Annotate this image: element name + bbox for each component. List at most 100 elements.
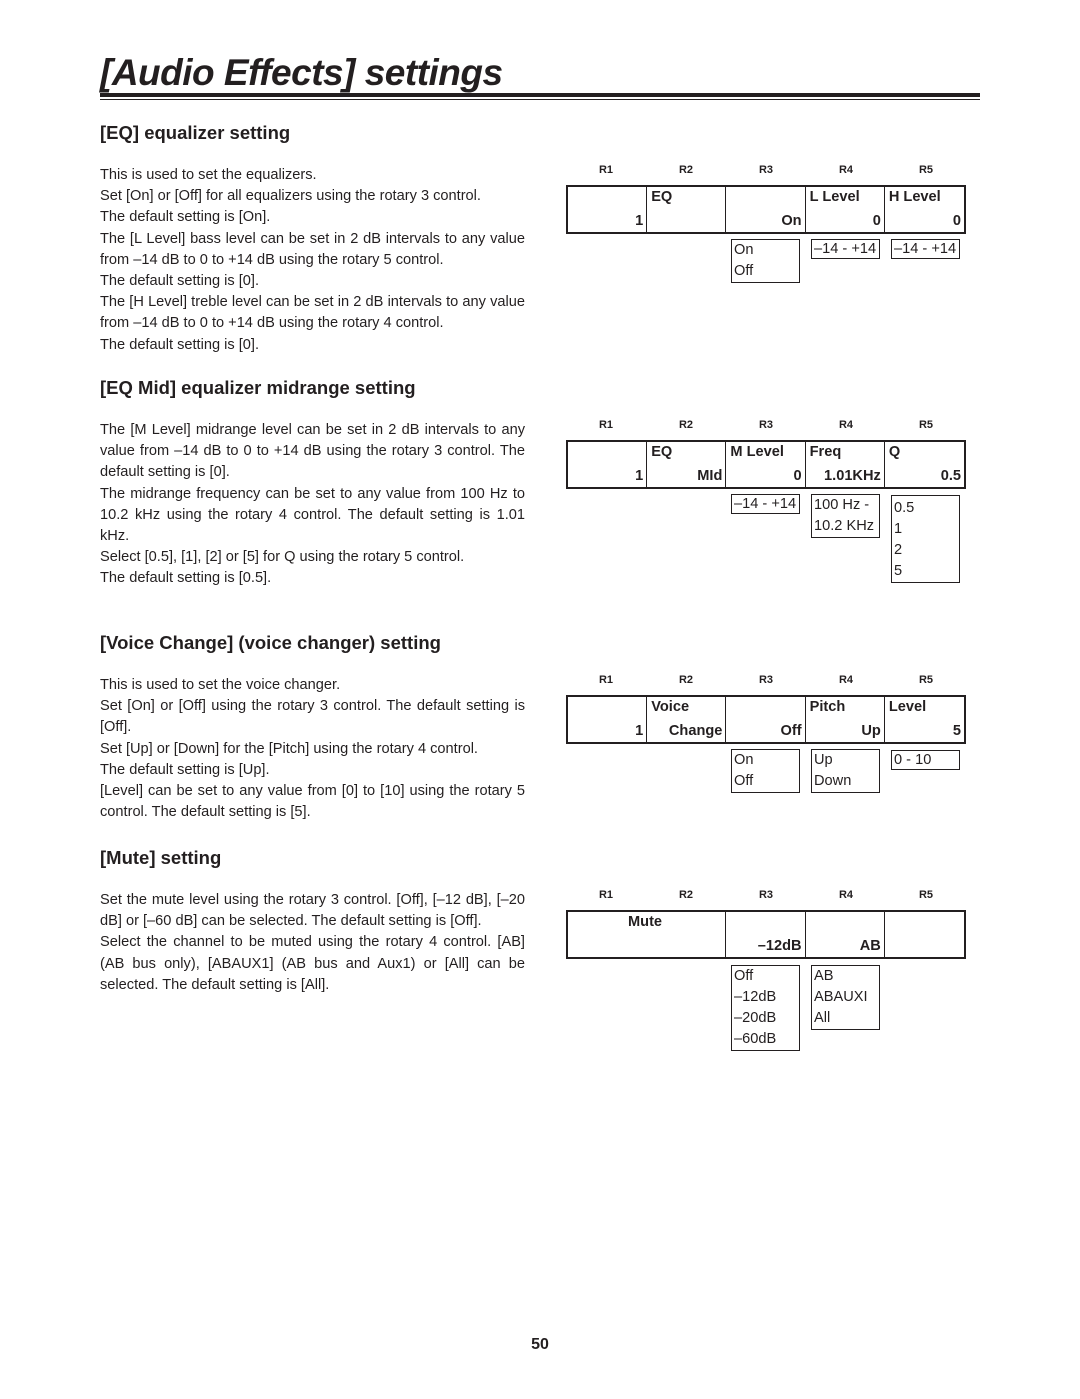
section-body-eq-mid: The [M Level] midrange level can be set … — [100, 420, 525, 590]
paragraph: Select the channel to be muted using the… — [100, 934, 525, 993]
voice-change-display-panel: 1 Voice Change Off Pitch Up Level 5 — [566, 695, 966, 744]
paragraph: Select [0.5], [1], [2] or [5] for Q usin… — [100, 549, 465, 566]
cell-value: MId — [697, 468, 723, 484]
rotary-label: R4 — [838, 674, 854, 686]
cell-value: –12dB — [757, 938, 802, 954]
cell-label: EQ — [651, 444, 673, 460]
paragraph: The default setting is [On]. — [100, 209, 271, 226]
paragraph: The default setting is [0.5]. — [100, 570, 272, 587]
cell-label: Level — [888, 699, 927, 715]
rotary-label: R3 — [758, 674, 774, 686]
page-number: 50 — [531, 1336, 549, 1353]
panel-cell-r3: On — [726, 187, 806, 232]
panel-cell-r4: L Level 0 — [806, 187, 885, 232]
cell-label: L Level — [809, 189, 860, 205]
cell-value: 1 — [635, 468, 644, 484]
options-box-r3: On Off — [731, 239, 800, 283]
cell-label: EQ — [651, 189, 673, 205]
panel-cell-r2: EQ — [647, 187, 727, 232]
option-item: Up — [814, 752, 833, 768]
panel-cell-r3: M Level 0 — [726, 442, 806, 487]
panel-cell-r3: Off — [726, 697, 806, 742]
rotary-label: R2 — [678, 674, 694, 686]
section-heading-eq-mid: [EQ Mid] equalizer midrange setting — [100, 377, 416, 398]
panel-cell-r2: EQ MId — [647, 442, 727, 487]
paragraph: This is used to set the equalizers. — [100, 167, 317, 183]
panel-cell-r5: H Level 0 — [885, 187, 964, 232]
rotary-label: R5 — [918, 674, 934, 686]
option-item: Off — [734, 263, 754, 279]
options-box-r4: AB ABAUXI All — [811, 965, 880, 1030]
panel-cell-r1: 1 — [568, 697, 648, 742]
options-box-r3: Off –12dB –20dB –60dB — [731, 965, 800, 1051]
panel-cell-r5: Level 5 — [885, 697, 964, 742]
paragraph: Set [Up] or [Down] for the [Pitch] using… — [100, 740, 478, 757]
rotary-label: R1 — [598, 164, 614, 176]
rotary-label: R1 — [598, 419, 614, 431]
option-item: 10.2 KHz — [814, 518, 875, 534]
rotary-label: R4 — [838, 419, 854, 431]
paragraph: The [M Level] midrange level can be set … — [100, 422, 525, 481]
option-item: Off — [734, 773, 754, 789]
cell-value: On — [781, 213, 802, 229]
option-item: –12dB — [734, 989, 777, 1005]
paragraph: The midrange frequency can be set to any… — [100, 485, 525, 545]
panel-cell-r3: –12dB — [726, 912, 806, 957]
options-box-r4: Up Down — [811, 749, 880, 793]
option-item: ABAUXI — [814, 989, 868, 1005]
section-heading-voice-change: [Voice Change] (voice changer) setting — [100, 632, 441, 653]
cell-label: Q — [888, 444, 901, 460]
rotary-labels: R1 R2 R3 R4 R5 — [566, 164, 966, 178]
rotary-label: R5 — [918, 889, 934, 901]
cell-value: 0 — [952, 213, 961, 229]
paragraph: The [H Level] treble level can be set in… — [100, 294, 525, 332]
option-item: On — [734, 752, 754, 768]
panel-cell-r4: AB — [806, 912, 885, 957]
options-box-r4: 100 Hz - 10.2 KHz — [811, 494, 880, 538]
cell-label: Mute — [628, 914, 663, 930]
section-body-mute: Set the mute level using the rotary 3 co… — [100, 890, 525, 996]
cell-value: 0.5 — [940, 468, 961, 484]
eq-mid-display-panel: 1 EQ MId M Level 0 Freq 1.01KHz Q 0.5 — [566, 440, 966, 489]
cell-value: 1 — [635, 213, 644, 229]
title-rule-thick — [100, 93, 980, 97]
panel-cell-r4: Freq 1.01KHz — [806, 442, 885, 487]
rotary-labels: R1 R2 R3 R4 R5 — [566, 889, 966, 903]
page-title: [Audio Effects] settings — [100, 52, 503, 93]
paragraph: The [L Level] bass level can be set in 2… — [100, 230, 525, 268]
option-item: –14 - +14 — [894, 241, 957, 257]
rotary-label: R1 — [598, 889, 614, 901]
rotary-label: R3 — [758, 164, 774, 176]
options-box-r4: –14 - +14 — [811, 239, 880, 259]
option-item: 100 Hz - — [814, 497, 870, 513]
option-item: Down — [814, 773, 852, 789]
cell-label: M Level — [730, 444, 784, 460]
section-body-eq: This is used to set the equalizers. Set … — [100, 165, 525, 356]
rotary-label: R2 — [678, 889, 694, 901]
option-item: –60dB — [734, 1031, 777, 1047]
section-heading-mute: [Mute] setting — [100, 847, 222, 868]
title-rule-thin — [100, 99, 980, 100]
option-item: Off — [734, 968, 754, 984]
option-item: –14 - +14 — [814, 241, 877, 257]
panel-cell-r1: 1 — [568, 442, 648, 487]
rotary-label: R4 — [838, 889, 854, 901]
section-body-voice-change: This is used to set the voice changer. S… — [100, 675, 525, 823]
paragraph: The default setting is [0]. — [100, 336, 259, 353]
rotary-label: R5 — [918, 419, 934, 431]
cell-label: H Level — [888, 189, 941, 205]
rotary-labels: R1 R2 R3 R4 R5 — [566, 419, 966, 433]
paragraph: The default setting is [0]. — [100, 273, 259, 290]
options-box-r5: –14 - +14 — [891, 239, 960, 259]
options-box-r3: On Off — [731, 749, 800, 793]
paragraph: [Level] can be set to any value from [0]… — [100, 783, 525, 821]
rotary-label: R5 — [918, 164, 934, 176]
option-item: All — [814, 1010, 831, 1026]
rotary-label: R3 — [758, 419, 774, 431]
paragraph: This is used to set the voice changer. — [100, 677, 341, 693]
options-box-r3: –14 - +14 — [731, 494, 800, 514]
option-item: 1 — [894, 521, 903, 537]
paragraph: Set [On] or [Off] for all equalizers usi… — [100, 188, 481, 205]
cell-value: 0 — [793, 468, 802, 484]
cell-value: 1 — [635, 723, 644, 739]
